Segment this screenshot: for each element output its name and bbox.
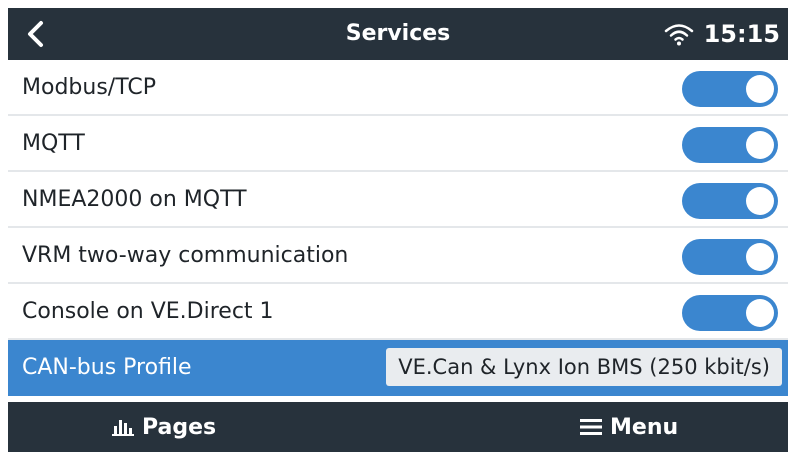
vrm-two-way-toggle[interactable]	[682, 239, 778, 275]
console-vedirect-toggle[interactable]	[682, 295, 778, 331]
service-label: VRM two-way communication	[22, 243, 349, 268]
wifi-icon	[664, 22, 694, 46]
pages-button[interactable]: Pages	[112, 402, 216, 452]
service-label: MQTT	[22, 131, 85, 156]
toggle-knob	[746, 131, 774, 159]
pages-label: Pages	[142, 414, 217, 440]
clock: 15:15	[703, 20, 780, 48]
services-screen: Services 15:15 Modbus/TCP MQTT NMEA2000 …	[8, 8, 788, 452]
footer-bar: Pages Menu	[8, 402, 788, 452]
header-bar: Services 15:15	[8, 8, 788, 60]
nmea2000-mqtt-toggle[interactable]	[682, 183, 778, 219]
service-row-nmea2000-mqtt[interactable]: NMEA2000 on MQTT	[8, 172, 788, 228]
canbus-profile-value[interactable]: VE.Can & Lynx Ion BMS (250 kbit/s)	[386, 348, 782, 386]
toggle-knob	[746, 299, 774, 327]
service-row-modbus-tcp[interactable]: Modbus/TCP	[8, 60, 788, 116]
service-label: Console on VE.Direct 1	[22, 299, 274, 324]
status-area: 15:15	[664, 8, 780, 60]
toggle-knob	[746, 75, 774, 103]
services-list: Modbus/TCP MQTT NMEA2000 on MQTT VRM two…	[8, 60, 788, 396]
modbus-tcp-toggle[interactable]	[682, 71, 778, 107]
service-row-vrm-two-way[interactable]: VRM two-way communication	[8, 228, 788, 284]
service-row-console-vedirect[interactable]: Console on VE.Direct 1	[8, 284, 788, 340]
toggle-knob	[746, 187, 774, 215]
mqtt-toggle[interactable]	[682, 127, 778, 163]
chevron-left-icon	[28, 21, 43, 47]
service-label: NMEA2000 on MQTT	[22, 187, 247, 212]
menu-button[interactable]: Menu	[580, 402, 678, 452]
back-button[interactable]	[16, 14, 56, 54]
toggle-knob	[746, 243, 774, 271]
canbus-profile-label: CAN-bus Profile	[22, 355, 192, 380]
menu-label: Menu	[610, 414, 679, 440]
canbus-profile-row[interactable]: CAN-bus Profile VE.Can & Lynx Ion BMS (2…	[8, 340, 788, 396]
bar-chart-icon	[112, 420, 134, 436]
service-label: Modbus/TCP	[22, 75, 156, 100]
service-row-mqtt[interactable]: MQTT	[8, 116, 788, 172]
hamburger-icon	[580, 419, 602, 435]
